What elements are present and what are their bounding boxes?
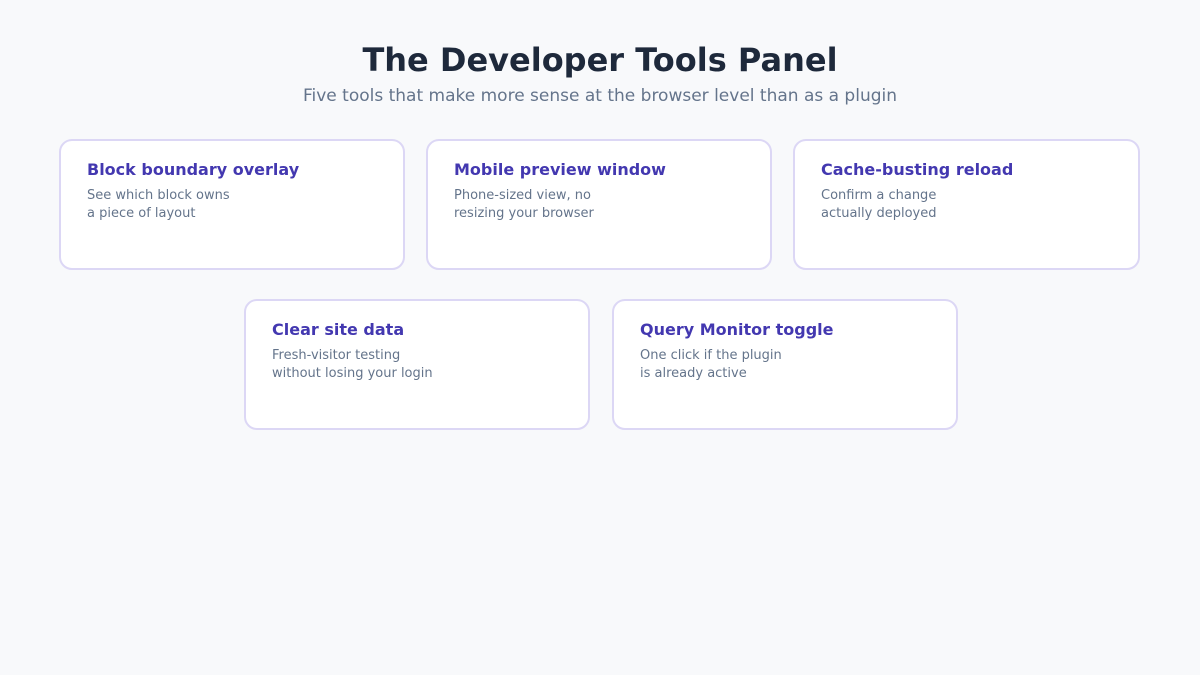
card-title: Cache-busting reload <box>821 160 1014 179</box>
tool-card-block-boundary-overlay: Block boundary overlay See which block o… <box>59 139 405 270</box>
page-title: The Developer Tools Panel <box>362 41 838 79</box>
tool-card-cache-busting-reload: Cache-busting reload Confirm a change ac… <box>793 139 1140 270</box>
tool-card-mobile-preview-window: Mobile preview window Phone-sized view, … <box>426 139 772 270</box>
card-title: Query Monitor toggle <box>640 320 834 339</box>
card-title: Block boundary overlay <box>87 160 300 179</box>
card-description-line: Confirm a change <box>821 188 937 203</box>
card-title: Clear site data <box>272 320 405 339</box>
card-description-line: is already active <box>640 366 747 381</box>
card-title: Mobile preview window <box>454 160 666 179</box>
page-subtitle: Five tools that make more sense at the b… <box>302 86 898 106</box>
tool-card-clear-site-data: Clear site data Fresh-visitor testing wi… <box>244 299 590 430</box>
card-description-line: Fresh-visitor testing <box>272 348 401 363</box>
card-description-line: without losing your login <box>272 366 433 381</box>
card-description-line: a piece of layout <box>87 206 196 221</box>
card-description-line: See which block owns <box>87 188 230 203</box>
tool-card-query-monitor-toggle: Query Monitor toggle One click if the pl… <box>612 299 958 430</box>
card-description-line: Phone-sized view, no <box>454 188 591 203</box>
card-description-line: resizing your browser <box>454 206 594 221</box>
card-description-line: One click if the plugin <box>640 348 782 363</box>
card-description-line: actually deployed <box>821 206 937 221</box>
